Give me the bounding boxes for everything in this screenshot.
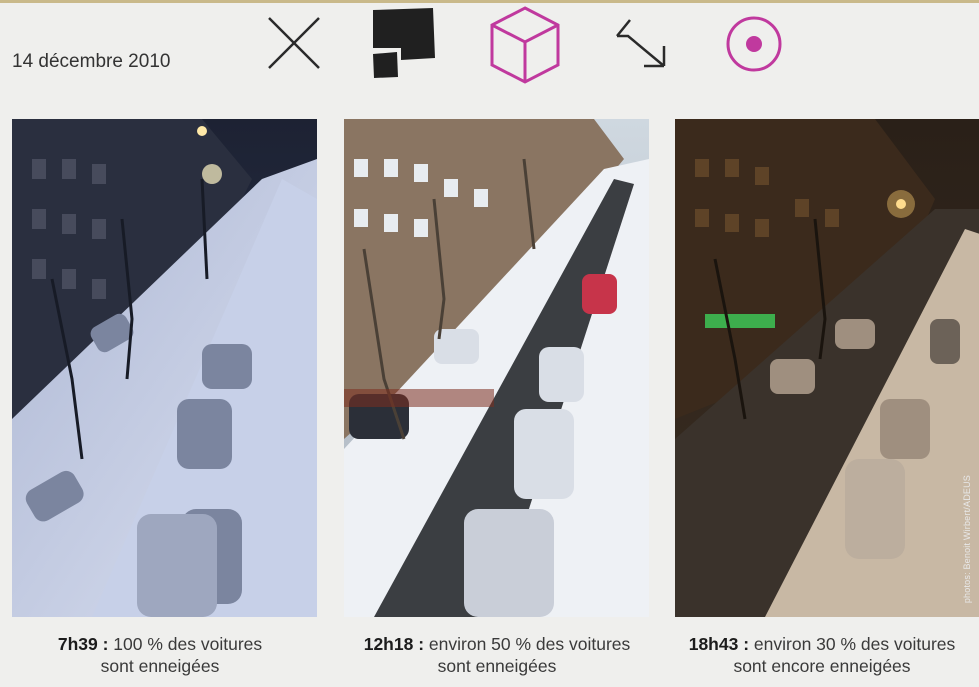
caption-text-line2: sont encore enneigées [733, 656, 911, 676]
diagonal-arrow-icon [616, 19, 666, 68]
caption-text: 100 % des voitures [113, 634, 263, 654]
top-border [0, 0, 979, 3]
caption-text-line2: sont enneigées [437, 656, 557, 676]
caption-text-line2: sont enneigées [100, 656, 220, 676]
photo-credit: photos: Benoit Wirbert/ADEUS [962, 474, 972, 603]
close-x-icon [268, 17, 320, 69]
date-label: 14 décembre 2010 [12, 51, 171, 72]
street-photo-midday [344, 119, 649, 617]
caption-text: environ 30 % des voitures [753, 634, 956, 654]
caption-time: 18h43 : [688, 634, 750, 654]
cube-icon [490, 6, 560, 84]
caption-evening: 18h43 : environ 30 % des voitures sont e… [665, 633, 979, 677]
caption-time: 12h18 : [363, 634, 425, 654]
caption-morning: 7h39 : 100 % des voitures sont enneigées [0, 633, 320, 677]
target-circle-icon [726, 16, 782, 72]
caption-midday: 12h18 : environ 50 % des voitures sont e… [332, 633, 662, 677]
street-photo-evening: photos: Benoit Wirbert/ADEUS [675, 119, 979, 617]
overlapping-squares-icon [373, 8, 435, 78]
street-photo-morning [12, 119, 317, 617]
caption-time: 7h39 : [57, 634, 109, 654]
caption-text: environ 50 % des voitures [428, 634, 631, 654]
